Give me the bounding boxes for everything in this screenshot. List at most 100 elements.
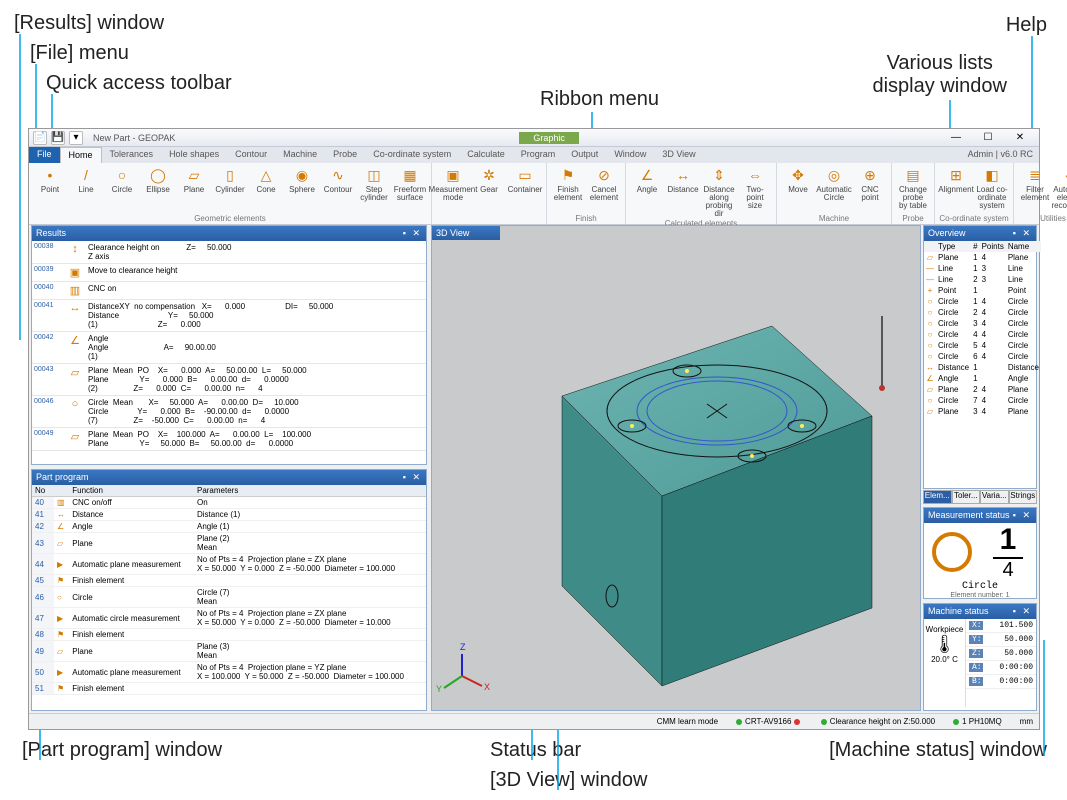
tab-window[interactable]: Window	[606, 147, 654, 163]
tab-contour[interactable]: Contour	[227, 147, 275, 163]
pane-pin-icon[interactable]: ▪ ✕	[1013, 510, 1032, 521]
3d-view-pane[interactable]: 3D View	[431, 225, 921, 711]
ov-tab[interactable]: Elem...	[923, 490, 952, 504]
overview-row[interactable]: —Line23Line	[924, 274, 1041, 285]
results-row[interactable]: 00039▣Move to clearance height	[32, 264, 426, 282]
tab-3d-view[interactable]: 3D View	[654, 147, 703, 163]
overview-row[interactable]: ▱Plane24Plane	[924, 384, 1041, 395]
overview-row[interactable]: ▱Plane34Plane	[924, 406, 1041, 417]
ribbon-two-point-size[interactable]: ⇔Two-point size	[738, 165, 772, 218]
results-row[interactable]: 00038↕Clearance height on Z= 50.000 Z ax…	[32, 241, 426, 264]
automatic-circle-icon: ◎	[824, 165, 844, 185]
ribbon-measurement-mode[interactable]: ▣Measurement mode	[436, 165, 470, 202]
maximize-icon[interactable]: ☐	[973, 132, 1003, 143]
tab-tolerances[interactable]: Tolerances	[102, 147, 162, 163]
overview-row[interactable]: ○Circle54Circle	[924, 340, 1041, 351]
ribbon-change-probe-by-table[interactable]: ▤Change probe by table	[896, 165, 930, 210]
ribbon-cancel-element[interactable]: ⊘Cancel element	[587, 165, 621, 202]
overview-row[interactable]: —Line13Line	[924, 263, 1041, 274]
results-row[interactable]: 00049▱Plane Mean PO X= 100.000 A= 0.00.0…	[32, 428, 426, 451]
ribbon-distance[interactable]: ↔Distance	[666, 165, 700, 218]
prog-row[interactable]: 41↔DistanceDistance (1)	[32, 509, 426, 521]
ribbon-step-cylinder[interactable]: ◫Step cylinder	[357, 165, 391, 202]
results-row[interactable]: 00042∠Angle Angle A= 90.00.00 (1)	[32, 332, 426, 364]
overview-row[interactable]: ○Circle14Circle	[924, 296, 1041, 307]
ribbon-move[interactable]: ✥Move	[781, 165, 815, 202]
tab-hole-shapes[interactable]: Hole shapes	[161, 147, 227, 163]
ribbon-plane[interactable]: ▱Plane	[177, 165, 211, 202]
ribbon-cone[interactable]: △Cone	[249, 165, 283, 202]
meas-shape-name: Circle	[924, 581, 1036, 592]
prog-row[interactable]: 50▶Automatic plane measurementNo of Pts …	[32, 662, 426, 683]
ribbon-load-co-ordinate-system[interactable]: ◧Load co-ordinate system	[975, 165, 1009, 210]
qat-more-icon[interactable]: ▾	[69, 131, 83, 145]
tab-probe[interactable]: Probe	[325, 147, 365, 163]
part-program-table[interactable]: NoFunctionParameters40▥CNC on/offOn41↔Di…	[32, 485, 426, 695]
ribbon-container[interactable]: ▭Container	[508, 165, 542, 202]
svg-text:Y: Y	[436, 684, 442, 694]
overview-row[interactable]: ○Circle74Circle	[924, 395, 1041, 406]
results-row[interactable]: 00040▥CNC on	[32, 282, 426, 300]
tab-file[interactable]: File	[29, 147, 60, 163]
results-row[interactable]: 00046○Circle Mean X= 50.000 A= 0.00.00 D…	[32, 396, 426, 428]
overview-row[interactable]: ○Circle64Circle	[924, 351, 1041, 362]
ribbon-automatic-element-recognition[interactable]: ◈Automatic element recognition	[1054, 165, 1067, 210]
overview-row[interactable]: ○Circle44Circle	[924, 329, 1041, 340]
ribbon-point[interactable]: •Point	[33, 165, 67, 202]
ribbon-angle[interactable]: ∠Angle	[630, 165, 664, 218]
prog-row[interactable]: 48⚑Finish element	[32, 629, 426, 641]
prog-row[interactable]: 45⚑Finish element	[32, 575, 426, 587]
ov-tab[interactable]: Toler...	[952, 490, 981, 504]
qat-save-icon[interactable]: 💾	[51, 131, 65, 145]
tab-co-ordinate-system[interactable]: Co-ordinate system	[365, 147, 459, 163]
overview-tabstrip[interactable]: Elem...Toler...Varia...Strings	[923, 490, 1037, 504]
ribbon-distance-along-probing-dir[interactable]: ⇕Distance along probing dir	[702, 165, 736, 218]
callout-ribbon: Ribbon menu	[540, 88, 659, 111]
alignment-icon: ⊞	[946, 165, 966, 185]
ribbon-gear[interactable]: ✲Gear	[472, 165, 506, 202]
ribbon-line[interactable]: /Line	[69, 165, 103, 202]
ribbon-circle[interactable]: ○Circle	[105, 165, 139, 202]
prog-row[interactable]: 42∠AngleAngle (1)	[32, 521, 426, 533]
prog-row[interactable]: 49▱PlanePlane (3) Mean	[32, 641, 426, 662]
ribbon-contour[interactable]: ∿Contour	[321, 165, 355, 202]
prog-row[interactable]: 47▶Automatic circle measurementNo of Pts…	[32, 608, 426, 629]
overview-table[interactable]: Type#PointsName▱Plane14Plane—Line13Line—…	[924, 241, 1041, 417]
tab-output[interactable]: Output	[563, 147, 606, 163]
ribbon-sphere[interactable]: ◉Sphere	[285, 165, 319, 202]
tab-program[interactable]: Program	[513, 147, 564, 163]
pane-pin-icon[interactable]: ▪ ✕	[1013, 606, 1032, 617]
pane-pin-icon[interactable]: ▪ ✕	[403, 228, 422, 239]
ov-tab[interactable]: Varia...	[980, 490, 1009, 504]
ribbon-cylinder[interactable]: ▯Cylinder	[213, 165, 247, 202]
ribbon-alignment[interactable]: ⊞Alignment	[939, 165, 973, 210]
qat-new-icon[interactable]: 📄	[33, 131, 47, 145]
tab-home[interactable]: Home	[60, 147, 102, 163]
overview-row[interactable]: ○Circle34Circle	[924, 318, 1041, 329]
minimize-icon[interactable]: —	[941, 132, 971, 143]
tab-machine[interactable]: Machine	[275, 147, 325, 163]
overview-row[interactable]: ∠Angle1Angle	[924, 373, 1041, 384]
ov-tab[interactable]: Strings	[1009, 490, 1038, 504]
ribbon-ellipse[interactable]: ◯Ellipse	[141, 165, 175, 202]
ribbon-freeform-surface[interactable]: ▦Freeform surface	[393, 165, 427, 202]
ribbon-filter-element[interactable]: ≣Filter element	[1018, 165, 1052, 210]
ribbon-cnc-point[interactable]: ⊕CNC point	[853, 165, 887, 202]
prog-row[interactable]: 40▥CNC on/offOn	[32, 497, 426, 509]
tab-calculate[interactable]: Calculate	[459, 147, 513, 163]
ribbon-finish-element[interactable]: ⚑Finish element	[551, 165, 585, 202]
overview-row[interactable]: ↔Distance1Distance	[924, 362, 1041, 373]
prog-row[interactable]: 51⚑Finish element	[32, 683, 426, 695]
prog-row[interactable]: 43▱PlanePlane (2) Mean	[32, 533, 426, 554]
overview-row[interactable]: ▱Plane14Plane	[924, 252, 1041, 263]
close-icon[interactable]: ✕	[1005, 132, 1035, 143]
prog-row[interactable]: 44▶Automatic plane measurementNo of Pts …	[32, 554, 426, 575]
overview-row[interactable]: +Point1Point	[924, 285, 1041, 296]
prog-row[interactable]: 46○CircleCircle (7) Mean	[32, 587, 426, 608]
pane-pin-icon[interactable]: ▪ ✕	[403, 472, 422, 483]
ribbon-automatic-circle[interactable]: ◎Automatic Circle	[817, 165, 851, 202]
results-row[interactable]: 00041↔DistanceXY no compensation X= 0.00…	[32, 300, 426, 332]
pane-pin-icon[interactable]: ▪ ✕	[1013, 228, 1032, 239]
overview-row[interactable]: ○Circle24Circle	[924, 307, 1041, 318]
results-row[interactable]: 00043▱Plane Mean PO X= 0.000 A= 50.00.00…	[32, 364, 426, 396]
